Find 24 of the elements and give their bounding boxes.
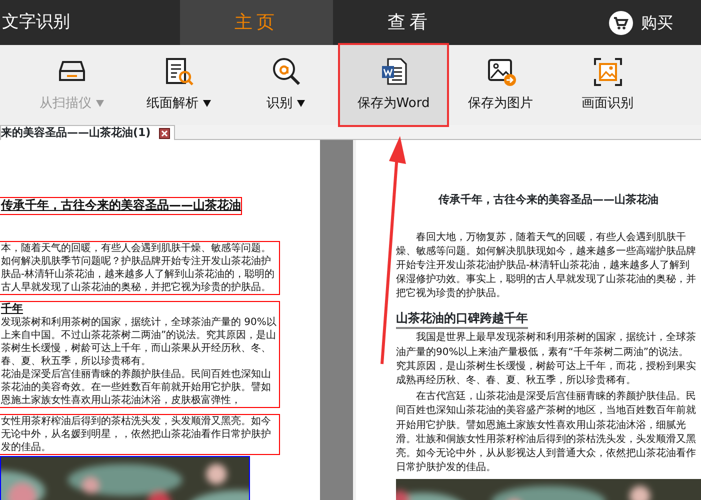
paragraph: 春回大地，万物复苏，随着天气的回暖，有些人会遇到肌肤干燥、敏感等问题。如何解决肌肤现如今，越来越多一些高端护肤品牌开始专注开发山茶花油护肤品-林清轩山茶花油，越来越多人了解到保湿修护功效。事实上，聪明的古人早就发现了山茶花油的奥秘，并把它视为珍贵的护肤品。 [396,230,697,302]
heading-text: 传承千年，古往今来的美容圣品——山茶花油 [437,192,660,208]
screen-capture-icon [592,56,624,88]
tab[interactable]: 主页 [180,0,333,45]
heading-text: 传承千年，古往今来的美容圣品——山茶花油 [0,197,242,215]
paragraph: 在古代宫廷，山茶花油是深受后宫佳丽青睐的养颜护肤佳品。民间百姓也深知山茶花油的美容盛产茶树的地区，当地百姓数百年前就开始用它护肤。譬如恩施土家族女性喜欢用山茶花油沐浴，细腻光滑。壮族和侗族女性用茶籽榨油后得到的茶枯洗头发，头发顺滑又黑亮。如今无论中外，从从影视达人到普通大众，依然把山茶花油看作日常护肤护发的佳品。 [396,390,697,476]
toolbar-button[interactable]: 纸面解析 [125,45,232,125]
paragraph: 本，随着天气的回暖，有些人会遇到肌肤干燥、敏感等问题。如何解决肌肤季节问题呢？护肤品牌开始专注开发山茶花油护肤品-林清轩山茶花油，越来越多人了解到山茶花油的，聪明的古人早就发现了山茶花油的奥秘，并把它视为珍贵的护肤品。 [1,242,276,294]
toolbar-button[interactable]: 画面识别 [554,45,661,125]
cart-icon [609,10,633,34]
app-title: 文字识别 [1,10,71,34]
toolbar-button[interactable]: 保存为Word [340,45,447,125]
paragraph: 花油是深受后宫佳丽青睐的养颜护肤佳品。民间百姓也深知山茶花油的美容奇效。在一些姓数百年前就开始用它护肤。譬如恩施土家族女性喜欢用山茶花油沐浴，皮肤极富弹性， [1,368,272,407]
paragraph: 发现茶树和利用茶树的国家，据统计，全球茶油产量的 90%以上来自中国。不过山茶花茶树二两油”的说法。究其原因，是山茶树生长缓慢，树龄可达上千年，而山茶果从开经历秋、冬、春、夏、秋五季，所以珍贵稀有。 [1,316,278,368]
tab[interactable]: 查看 [333,0,486,45]
heading-text: 山茶花油的口碑跨越千年 [396,309,528,330]
toolbar-button[interactable]: 保存为图片 [447,45,554,125]
toolbar-button[interactable]: 识别 [232,45,339,125]
close-icon[interactable] [158,128,170,138]
heading-text: 千年 [1,302,24,316]
buy-button[interactable]: 购买 [603,10,679,36]
document-tab[interactable]: 来的美容圣品——山茶花油(1) [0,125,175,140]
paragraph: 我国是世界上最早发现茶树和利用茶树的国家，据统计，全球茶油产量的90%以上来油产量极低，素有“千年茶树二两油”的说法。究其原因，是山茶树生长缓慢，树龄可达上千年，而花，授粉到果实成熟再经历秋、冬、春、夏、秋五季，所以珍贵稀有。 [396,331,697,388]
paragraph: 女性用茶籽榨油后得到的茶枯洗头发，头发顺滑又黑亮。如今无论中外，从名媛到明星，，依然把山茶花油看作日常护肤护发的佳品。 [1,414,272,454]
